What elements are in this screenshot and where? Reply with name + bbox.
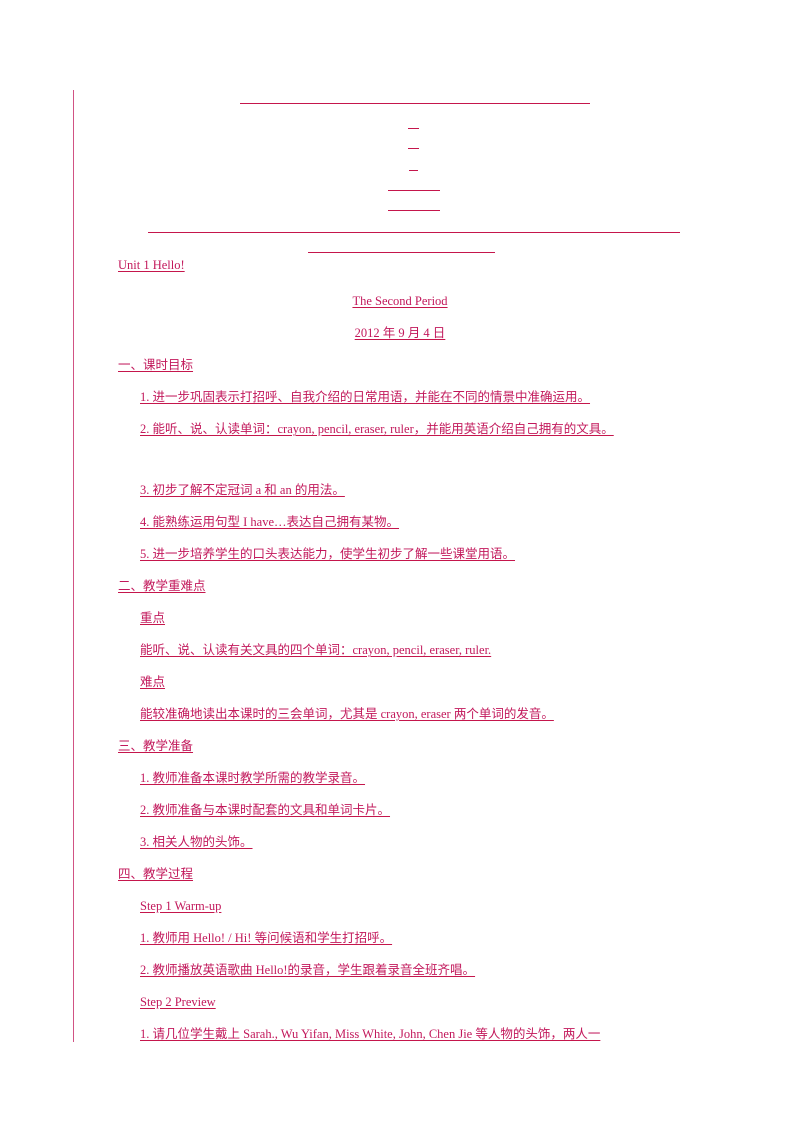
- section-item: 2. 教师准备与本课时配套的文具和单词卡片。: [140, 803, 391, 817]
- section-item: 1. 请几位学生戴上 Sarah., Wu Yifan, Miss White,…: [140, 1027, 601, 1041]
- header-rule-8: [308, 252, 495, 253]
- header-rule-6: [388, 210, 440, 211]
- section-item: 1. 进一步巩固表示打招呼、自我介绍的日常用语，并能在不同的情景中准确运用。: [140, 390, 591, 404]
- section-item: 重点: [140, 611, 166, 625]
- section-heading-2: 二、教学重难点: [118, 579, 206, 593]
- section-item: 能听、说、认读有关文具的四个单词：crayon, pencil, eraser,…: [140, 643, 492, 657]
- section-item: 3. 初步了解不定冠词 a 和 an 的用法。: [140, 483, 345, 497]
- doc-subtitle: The Second Period: [352, 294, 448, 308]
- section-item: 4. 能熟练运用句型 I have…表达自己拥有某物。: [140, 515, 400, 529]
- section-item: 3. 相关人物的头饰。: [140, 835, 253, 849]
- section-item: 2. 能听、说、认读单词：crayon, pencil, eraser, rul…: [140, 422, 614, 436]
- header-rule-7: [148, 232, 680, 233]
- section-heading-1: 一、课时目标: [118, 358, 194, 372]
- doc-title: Unit 1 Hello!: [118, 258, 185, 272]
- section-item: 2. 教师播放英语歌曲 Hello!的录音，学生跟着录音全班齐唱。: [140, 963, 476, 977]
- section-item: 能较准确地读出本课时的三会单词，尤其是 crayon, eraser 两个单词的…: [140, 707, 554, 721]
- document-page: Unit 1 Hello! The Second Period 2012 年 9…: [0, 0, 800, 1132]
- header-rule-3: [408, 148, 419, 149]
- section-item: 1. 教师准备本课时教学所需的教学录音。: [140, 771, 366, 785]
- section-heading-4: 四、教学过程: [118, 867, 194, 881]
- document-body: Unit 1 Hello! The Second Period 2012 年 9…: [0, 258, 800, 1042]
- header-rule-1: [240, 103, 590, 104]
- section-heading-3: 三、教学准备: [118, 739, 194, 753]
- step-heading-1: Step 1 Warm-up: [140, 899, 222, 913]
- step-heading-2: Step 2 Preview: [140, 995, 216, 1009]
- header-rule-5: [388, 190, 440, 191]
- section-item: 1. 教师用 Hello! / Hi! 等问候语和学生打招呼。: [140, 931, 393, 945]
- doc-date: 2012 年 9 月 4 日: [354, 326, 446, 340]
- header-rule-2: [408, 128, 419, 129]
- header-rule-4: [409, 170, 418, 171]
- section-item: 难点: [140, 675, 166, 689]
- section-item: 5. 进一步培养学生的口头表达能力，使学生初步了解一些课堂用语。: [140, 547, 516, 561]
